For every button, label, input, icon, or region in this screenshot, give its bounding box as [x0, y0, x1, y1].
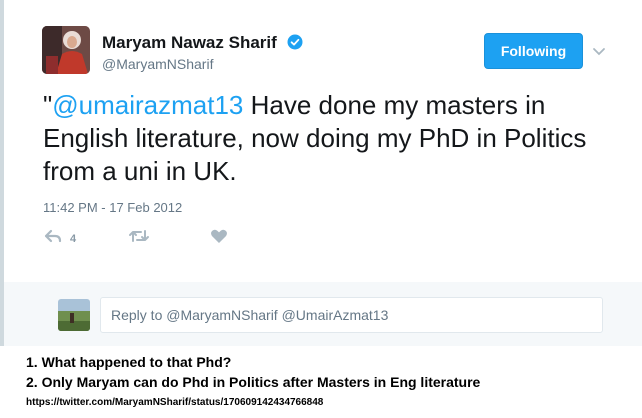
reply-area: Reply to @MaryamNSharif @UmairAzmat13 [4, 282, 642, 346]
reply-icon [44, 228, 62, 249]
retweet-button[interactable] [128, 228, 150, 249]
caption-text: 1. What happened to that Phd? 2. Only Ma… [26, 352, 480, 392]
tweet-text: "@umairazmat13 Have done my masters in E… [43, 89, 628, 188]
author-avatar[interactable] [42, 26, 90, 74]
like-icon [210, 228, 228, 249]
reply-input[interactable]: Reply to @MaryamNSharif @UmairAzmat13 [100, 297, 603, 333]
retweet-icon [128, 228, 150, 249]
like-button[interactable] [210, 228, 228, 249]
mention-link[interactable]: @umairazmat13 [52, 90, 243, 120]
reply-count: 4 [70, 232, 77, 245]
tweet-timestamp[interactable]: 11:42 PM - 17 Feb 2012 [43, 200, 182, 215]
chevron-down-icon[interactable] [592, 44, 606, 62]
author-handle[interactable]: @MaryamNSharif [102, 56, 213, 72]
caption-url: https://twitter.com/MaryamNSharif/status… [26, 397, 324, 408]
tweet-text-quote: " [43, 90, 53, 120]
author-name-text[interactable]: Maryam Nawaz Sharif [102, 33, 277, 52]
verified-icon [287, 34, 303, 55]
tweet-card: Maryam Nawaz Sharif @MaryamNSharif Follo… [4, 0, 642, 282]
caption-line-2: 2. Only Maryam can do Phd in Politics af… [26, 374, 481, 390]
following-button[interactable]: Following [484, 33, 583, 69]
reply-button[interactable]: 4 [44, 228, 76, 249]
caption-line-1: 1. What happened to that Phd? [26, 354, 232, 370]
author-name[interactable]: Maryam Nawaz Sharif [102, 33, 303, 55]
current-user-avatar [58, 299, 90, 331]
